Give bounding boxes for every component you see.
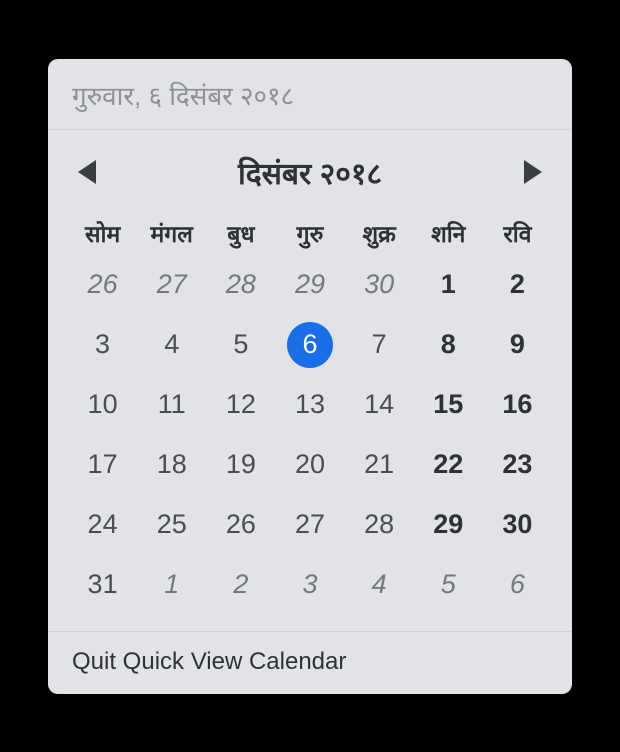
day-cell[interactable]: 1 <box>414 255 483 315</box>
day-cell[interactable]: 12 <box>206 375 275 435</box>
day-cell[interactable]: 9 <box>483 315 552 375</box>
day-cell[interactable]: 2 <box>206 555 275 615</box>
day-cell[interactable]: 31 <box>68 555 137 615</box>
day-cell[interactable]: 11 <box>137 375 206 435</box>
day-cell[interactable]: 16 <box>483 375 552 435</box>
day-cell[interactable]: 26 <box>68 255 137 315</box>
weekday-label: गुरु <box>275 217 344 249</box>
day-cell[interactable]: 18 <box>137 435 206 495</box>
day-cell[interactable]: 6 <box>483 555 552 615</box>
header-full-date: गुरुवार, ६ दिसंबर २०१८ <box>48 59 572 130</box>
day-cell[interactable]: 3 <box>275 555 344 615</box>
day-cell[interactable]: 29 <box>414 495 483 555</box>
month-year-title: दिसंबर २०१८ <box>238 152 382 193</box>
day-cell[interactable]: 8 <box>414 315 483 375</box>
day-cell[interactable]: 1 <box>137 555 206 615</box>
quit-menu-item[interactable]: Quit Quick View Calendar <box>48 631 572 694</box>
day-cell[interactable]: 22 <box>414 435 483 495</box>
day-cell[interactable]: 6 <box>275 315 344 375</box>
today-indicator: 6 <box>287 322 333 368</box>
day-cell[interactable]: 29 <box>275 255 344 315</box>
weekday-label: शुक्र <box>345 217 414 249</box>
day-cell[interactable]: 5 <box>414 555 483 615</box>
day-cell[interactable]: 24 <box>68 495 137 555</box>
next-month-button[interactable] <box>524 160 542 184</box>
month-nav: दिसंबर २०१८ <box>48 130 572 203</box>
weekday-label: बुध <box>206 217 275 249</box>
day-cell[interactable]: 25 <box>137 495 206 555</box>
weekday-label: मंगल <box>137 217 206 249</box>
days-grid: 2627282930123456789101112131415161718192… <box>48 255 572 631</box>
day-cell[interactable]: 23 <box>483 435 552 495</box>
weekday-label: रवि <box>483 217 552 249</box>
day-cell[interactable]: 30 <box>483 495 552 555</box>
day-cell[interactable]: 28 <box>206 255 275 315</box>
calendar-popup: गुरुवार, ६ दिसंबर २०१८ दिसंबर २०१८ सोम म… <box>48 59 572 694</box>
weekday-header-row: सोम मंगल बुध गुरु शुक्र शनि रवि <box>48 203 572 255</box>
day-cell[interactable]: 13 <box>275 375 344 435</box>
day-cell[interactable]: 10 <box>68 375 137 435</box>
day-cell[interactable]: 30 <box>345 255 414 315</box>
day-cell[interactable]: 4 <box>345 555 414 615</box>
weekday-label: सोम <box>68 217 137 249</box>
day-cell[interactable]: 17 <box>68 435 137 495</box>
day-cell[interactable]: 2 <box>483 255 552 315</box>
day-cell[interactable]: 5 <box>206 315 275 375</box>
day-cell[interactable]: 21 <box>345 435 414 495</box>
day-cell[interactable]: 28 <box>345 495 414 555</box>
day-cell[interactable]: 27 <box>137 255 206 315</box>
day-cell[interactable]: 7 <box>345 315 414 375</box>
prev-month-button[interactable] <box>78 160 96 184</box>
day-cell[interactable]: 4 <box>137 315 206 375</box>
day-cell[interactable]: 19 <box>206 435 275 495</box>
day-cell[interactable]: 15 <box>414 375 483 435</box>
day-cell[interactable]: 27 <box>275 495 344 555</box>
day-cell[interactable]: 20 <box>275 435 344 495</box>
day-cell[interactable]: 26 <box>206 495 275 555</box>
day-cell[interactable]: 14 <box>345 375 414 435</box>
day-cell[interactable]: 3 <box>68 315 137 375</box>
weekday-label: शनि <box>414 217 483 249</box>
